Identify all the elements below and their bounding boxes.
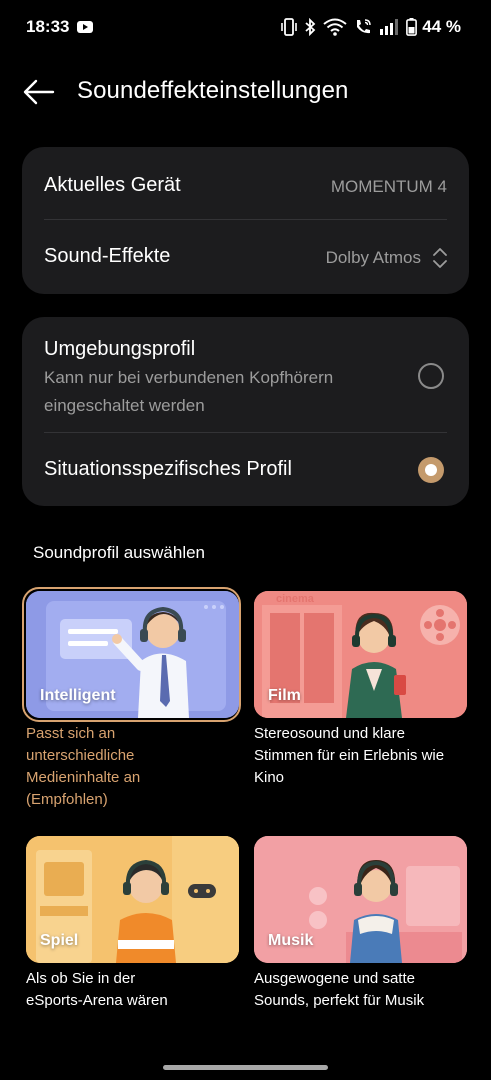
bluetooth-icon bbox=[305, 18, 316, 36]
profile-tile-film[interactable]: cinema Film bbox=[254, 591, 467, 718]
desc-line: Kino bbox=[254, 769, 285, 786]
situational-profile-title: Situationsspezifisches Profil bbox=[44, 458, 292, 480]
desc-line: Medieninhalte an bbox=[26, 769, 141, 786]
profile-tile-musik[interactable]: Musik bbox=[254, 836, 467, 963]
profile-desc-intelligent: Passt sich an unterschiedliche Medieninh… bbox=[26, 723, 241, 811]
battery-percent: 44 % bbox=[422, 17, 461, 36]
profile-tile-label: Intelligent bbox=[40, 687, 116, 704]
vibrate-icon bbox=[281, 18, 297, 36]
back-button[interactable] bbox=[22, 76, 56, 108]
profile-tile-intelligent[interactable]: Intelligent bbox=[26, 591, 239, 718]
status-bar: 18:33 44 % bbox=[0, 0, 491, 54]
desc-line: unterschiedliche bbox=[26, 747, 135, 764]
ambient-profile-title: Umgebungsprofil bbox=[44, 338, 196, 360]
profile-desc-film: Stereosound und klare Stimmen für ein Er… bbox=[254, 723, 469, 789]
desc-line: eSports-Arena wären bbox=[26, 992, 168, 1009]
wifi-icon bbox=[323, 18, 347, 36]
profile-tile-label: Spiel bbox=[40, 932, 79, 949]
desc-line: Sounds, perfekt für Musik bbox=[254, 992, 425, 1009]
profile-desc-musik: Ausgewogene und satte Sounds, perfekt fü… bbox=[254, 968, 469, 1012]
signal-icon bbox=[380, 19, 398, 35]
ambient-profile-option[interactable]: Umgebungsprofil Kann nur bei verbundenen… bbox=[22, 317, 469, 432]
back-arrow-icon bbox=[23, 79, 55, 105]
sound-effects-label: Sound-Effekte bbox=[44, 245, 171, 267]
current-device-label: Aktuelles Gerät bbox=[44, 174, 181, 196]
youtube-icon bbox=[77, 21, 93, 33]
situational-profile-radio[interactable] bbox=[418, 457, 444, 483]
current-device-row[interactable]: Aktuelles Gerät MOMENTUM 4 bbox=[22, 147, 469, 219]
device-settings-card: Aktuelles Gerät MOMENTUM 4 Sound-Effekte… bbox=[22, 147, 469, 294]
ambient-profile-radio[interactable] bbox=[418, 363, 444, 389]
profile-desc-spiel: Als ob Sie in der eSports-Arena wären bbox=[26, 968, 241, 1012]
current-device-value: MOMENTUM 4 bbox=[330, 177, 447, 196]
situational-profile-option[interactable]: Situationsspezifisches Profil bbox=[22, 433, 469, 506]
profile-tile-label: Film bbox=[268, 687, 301, 704]
desc-line: (Empfohlen) bbox=[26, 791, 108, 808]
ambient-profile-subtitle-line1: Kann nur bei verbundenen Kopfhörern bbox=[44, 368, 334, 387]
desc-line: Stimmen für ein Erlebnis wie bbox=[254, 747, 445, 764]
profile-tile-label: Musik bbox=[268, 932, 314, 949]
desc-line: Ausgewogene und satte bbox=[254, 970, 415, 987]
desc-line: Stereosound und klare bbox=[254, 725, 405, 742]
profile-mode-card: Umgebungsprofil Kann nur bei verbundenen… bbox=[22, 317, 469, 506]
status-time: 18:33 bbox=[26, 17, 70, 36]
ambient-profile-subtitle-line2: eingeschaltet werden bbox=[44, 396, 205, 415]
home-indicator[interactable] bbox=[163, 1065, 328, 1070]
status-icons bbox=[281, 16, 417, 38]
battery-icon bbox=[406, 18, 417, 36]
cinema-sign: cinema bbox=[276, 593, 314, 605]
profile-tile-spiel[interactable]: Spiel bbox=[26, 836, 239, 963]
sound-effects-value: Dolby Atmos bbox=[325, 248, 421, 267]
sound-effects-row[interactable]: Sound-Effekte Dolby Atmos bbox=[22, 220, 469, 294]
chevron-up-down-icon bbox=[433, 248, 447, 268]
desc-line: Als ob Sie in der bbox=[26, 970, 136, 987]
section-title: Soundprofil auswählen bbox=[33, 543, 206, 562]
page-title: Soundeffekteinstellungen bbox=[77, 77, 349, 104]
wifi-call-icon bbox=[357, 19, 371, 34]
desc-line: Passt sich an bbox=[26, 725, 116, 742]
